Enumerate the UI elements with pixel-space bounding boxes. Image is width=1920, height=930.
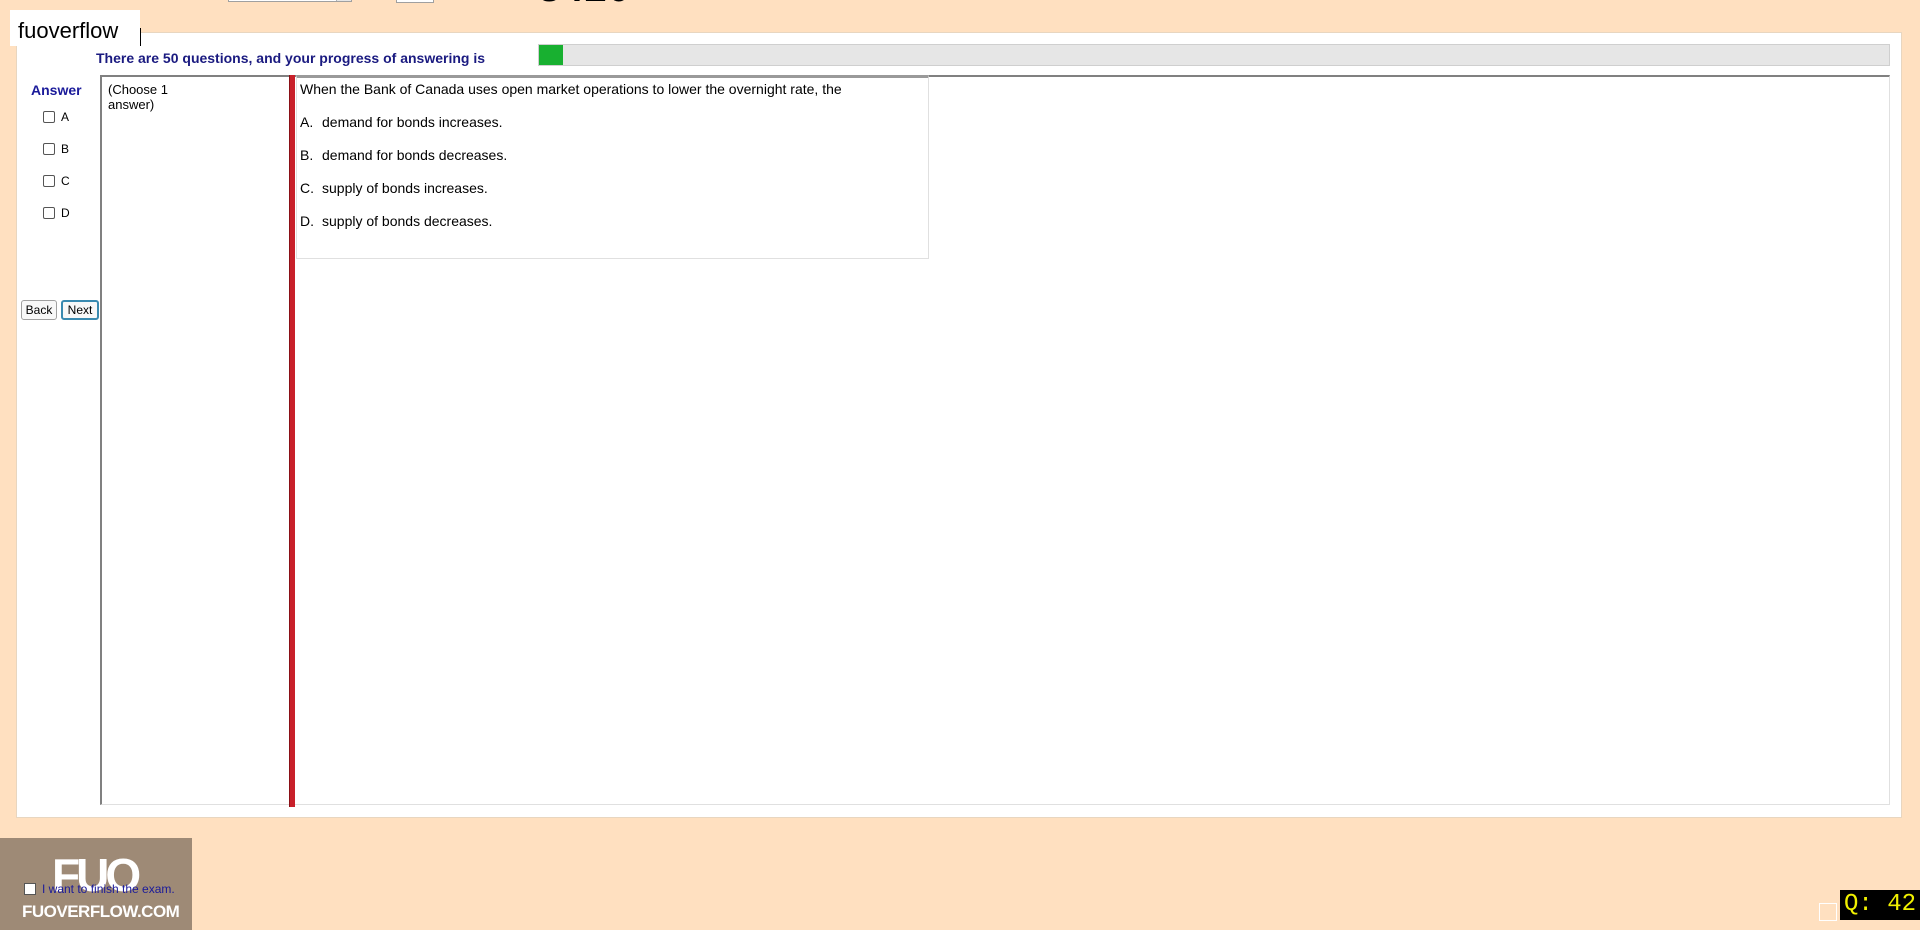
corner-checkbox[interactable] — [1819, 903, 1837, 921]
answer-option-label: C — [61, 174, 70, 188]
choice-text: supply of bonds increases. — [322, 180, 488, 196]
answer-option-label: B — [61, 142, 70, 156]
progress-bar — [538, 44, 1890, 66]
answer-checkbox-b[interactable] — [43, 143, 55, 155]
answer-option-d[interactable]: D — [43, 205, 70, 221]
top-small-field[interactable] — [396, 0, 434, 3]
back-button[interactable]: Back — [21, 300, 57, 320]
answer-option-label: A — [61, 110, 70, 124]
pane-splitter[interactable] — [289, 75, 295, 807]
answer-option-c[interactable]: C — [43, 173, 70, 189]
finish-exam-checkbox[interactable] — [24, 883, 36, 895]
brand-watermark-label: fuoverflow — [10, 10, 140, 46]
choice-text: demand for bonds increases. — [322, 114, 503, 130]
question-text: When the Bank of Canada uses open market… — [300, 81, 842, 97]
progress-bar-fill — [539, 45, 564, 65]
site-logo-url: FUOVERFLOW.COM — [22, 902, 180, 921]
answer-option-label: D — [61, 206, 70, 220]
choice-d: D. supply of bonds decreases. — [300, 213, 492, 229]
question-box: When the Bank of Canada uses open market… — [296, 75, 929, 259]
choice-letter: D. — [300, 213, 314, 229]
choice-a: A. demand for bonds increases. — [300, 114, 503, 130]
choice-letter: B. — [300, 147, 314, 163]
progress-label: There are 50 questions, and your progres… — [96, 50, 485, 66]
choice-text: supply of bonds decreases. — [322, 213, 493, 229]
top-dropdown[interactable] — [228, 0, 352, 2]
choice-letter: C. — [300, 180, 314, 196]
next-button[interactable]: Next — [61, 300, 99, 320]
choice-b: B. demand for bonds decreases. — [300, 147, 507, 163]
answer-checkbox-c[interactable] — [43, 175, 55, 187]
answer-option-a[interactable]: A — [43, 109, 69, 125]
exam-code: 8420 — [538, 0, 631, 11]
finish-exam-option[interactable]: I want to finish the exam. — [24, 882, 175, 896]
choice-letter: A. — [300, 114, 314, 130]
top-dropdown-arrow-icon[interactable] — [336, 0, 351, 1]
choice-c: C. supply of bonds increases. — [300, 180, 488, 196]
answer-checkbox-a[interactable] — [43, 111, 55, 123]
finish-exam-label: I want to finish the exam. — [42, 882, 175, 896]
text-caret — [140, 28, 141, 46]
choose-hint: (Choose 1 answer) — [108, 82, 168, 112]
choice-text: demand for bonds decreases. — [322, 147, 508, 163]
answer-heading: Answer — [31, 82, 82, 98]
answer-checkbox-d[interactable] — [43, 207, 55, 219]
question-counter: Q: 42 — [1840, 890, 1920, 920]
answer-option-b[interactable]: B — [43, 141, 69, 157]
